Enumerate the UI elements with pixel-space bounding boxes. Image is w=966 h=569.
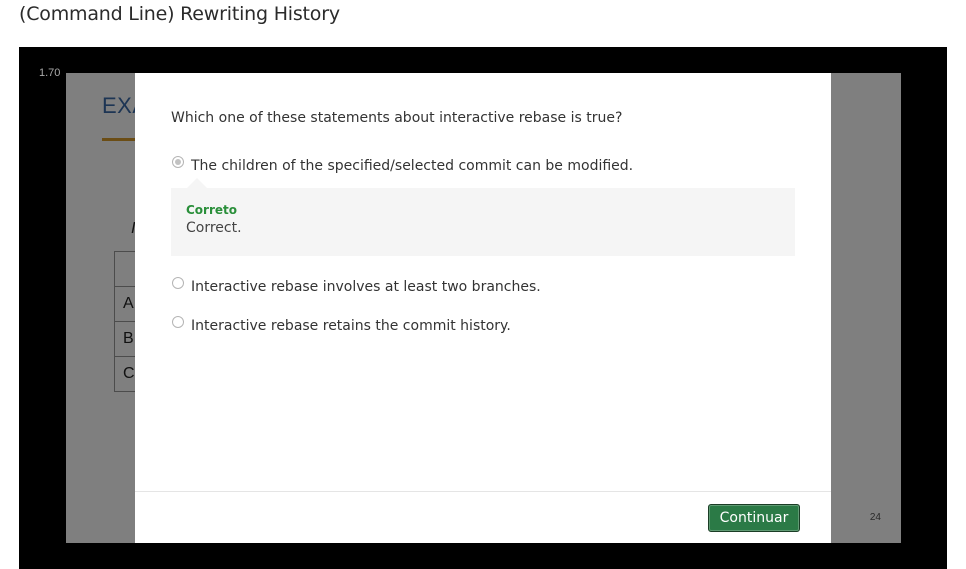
radio-button-checked[interactable]: [172, 156, 184, 168]
radio-button[interactable]: [172, 277, 184, 289]
quiz-option-1[interactable]: The children of the specified/selected c…: [171, 154, 633, 174]
quiz-option-2[interactable]: Interactive rebase involves at least two…: [171, 275, 541, 295]
quiz-option-label: The children of the specified/selected c…: [191, 158, 634, 174]
continue-button[interactable]: Continuar: [708, 504, 800, 532]
quiz-question: Which one of these statements about inte…: [171, 110, 623, 126]
quiz-option-label: Interactive rebase retains the commit hi…: [191, 318, 511, 334]
answer-feedback: Correto Correct.: [171, 178, 795, 256]
feedback-title: Correto: [186, 203, 238, 217]
quiz-option-label: Interactive rebase involves at least two…: [191, 279, 541, 295]
radio-button[interactable]: [172, 316, 184, 328]
quiz-modal: Which one of these statements about inte…: [135, 73, 831, 543]
quiz-option-3[interactable]: Interactive rebase retains the commit hi…: [171, 314, 511, 334]
modal-footer: Continuar: [135, 491, 831, 544]
playback-speed: 1.70: [39, 67, 61, 79]
page-title: (Command Line) Rewriting History: [19, 3, 340, 25]
feedback-text: Correct.: [186, 220, 242, 236]
